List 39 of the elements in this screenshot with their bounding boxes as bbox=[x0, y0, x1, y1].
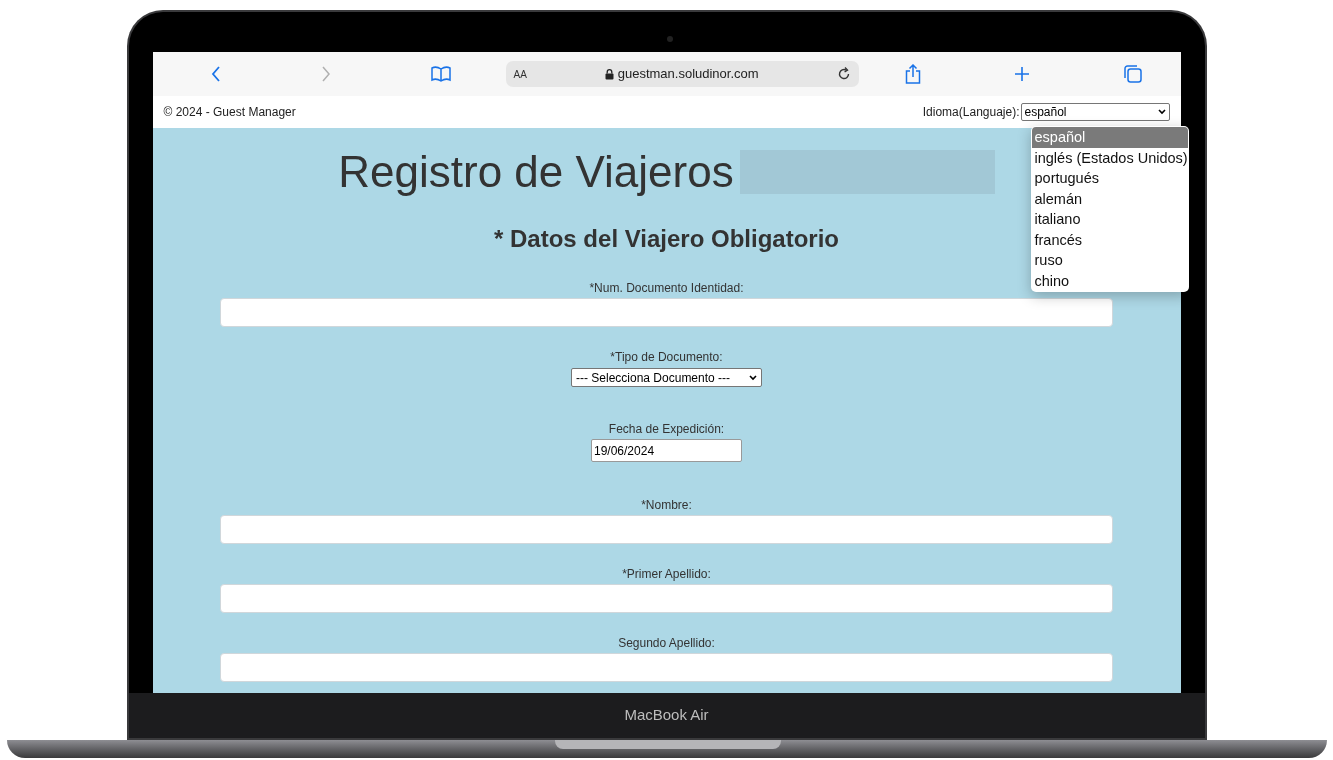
language-option[interactable]: chino bbox=[1031, 270, 1188, 291]
book-icon[interactable] bbox=[430, 66, 451, 82]
language-option[interactable]: francés bbox=[1031, 229, 1188, 250]
copyright-text: © 2024 - Guest Manager bbox=[163, 104, 296, 121]
language-option[interactable]: español bbox=[1031, 127, 1188, 148]
language-option[interactable]: alemán bbox=[1031, 188, 1188, 209]
section-heading: * Datos del Viajero Obligatorio bbox=[494, 224, 839, 254]
field-label: *Nombre: bbox=[641, 497, 692, 513]
text-input[interactable] bbox=[220, 584, 1113, 613]
url-text: guestman.soludinor.com bbox=[617, 65, 759, 84]
text-input[interactable] bbox=[220, 515, 1113, 544]
reload-icon[interactable] bbox=[836, 67, 851, 81]
chevron-down-icon bbox=[749, 374, 757, 381]
page-title: Registro de Viajeros bbox=[338, 148, 734, 196]
tabs-icon[interactable] bbox=[1123, 65, 1142, 83]
field-label: Fecha de Expedición: bbox=[608, 421, 725, 437]
language-option[interactable]: italiano bbox=[1031, 209, 1188, 230]
language-option[interactable]: inglés (Estados Unidos) bbox=[1031, 147, 1188, 168]
field-label: *Num. Documento Identidad: bbox=[589, 280, 744, 296]
field-label: Segundo Apellido: bbox=[618, 635, 715, 651]
reader-label[interactable]: AA bbox=[513, 66, 527, 82]
date-input[interactable]: 19/06/2024 bbox=[591, 439, 742, 462]
device-label: MacBook Air bbox=[624, 705, 709, 726]
plus-icon[interactable] bbox=[1013, 66, 1030, 82]
back-icon[interactable] bbox=[210, 66, 221, 82]
text-input[interactable] bbox=[220, 298, 1113, 327]
lock-icon bbox=[604, 68, 614, 80]
language-label: Idioma(Languaje): bbox=[922, 104, 1020, 121]
chevron-down-icon bbox=[1157, 109, 1166, 115]
document-type-select[interactable]: --- Selecciona Documento --- bbox=[571, 368, 762, 387]
language-select[interactable]: español bbox=[1020, 103, 1170, 121]
address-bar[interactable]: AA guestman.soludinor.com bbox=[505, 61, 859, 87]
forward-icon[interactable] bbox=[320, 66, 331, 82]
field-label: *Primer Apellido: bbox=[622, 566, 711, 582]
share-icon[interactable] bbox=[904, 64, 921, 84]
language-option[interactable]: ruso bbox=[1031, 250, 1188, 271]
field-label: *Tipo de Documento: bbox=[610, 349, 723, 365]
text-input[interactable] bbox=[220, 653, 1113, 682]
language-option[interactable]: portugués bbox=[1031, 168, 1188, 189]
